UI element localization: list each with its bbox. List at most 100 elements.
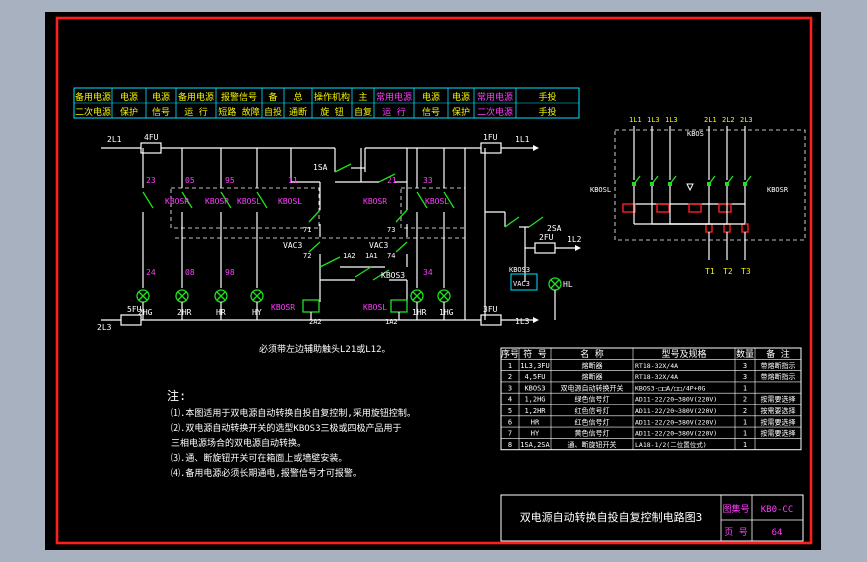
lamp-label: 2HR	[177, 308, 192, 317]
control-circuit: 2L1 4FU 1L11FU2L35FU1L33FU23 05 95 11 21 3324 08…	[97, 133, 582, 355]
node-label: 11	[288, 176, 298, 185]
table-cell: KBOS3	[524, 384, 545, 392]
phase-label: 2L2	[722, 116, 735, 124]
parts-table: 序号符 号 名 称 型号及规格 数量备 注 1 1L3,3FU 熔断器 RT18-32X/4A…	[500, 347, 802, 451]
kbosr-label: KBOSR	[767, 186, 789, 194]
page-label: 页 号	[724, 527, 747, 538]
coil-label: KBOSL	[363, 303, 387, 312]
contact-label: KBOSR	[205, 197, 229, 206]
lamp-label: HY	[252, 308, 262, 317]
coil-label: KBOSR	[271, 303, 295, 312]
header-label-table: 备用电源二次电源电源保护电源信号备用电源运 行报警信号短路 故障备自投总通断操作…	[73, 87, 580, 119]
fuse-2fu	[534, 242, 556, 254]
table-cell: LA18-1/2(二位置位式)	[635, 440, 707, 449]
schematic-drawing: 备用电源二次电源电源保护电源信号备用电源运 行报警信号短路 故障备自投总通断操作…	[55, 16, 813, 545]
node-label: 33	[423, 176, 433, 185]
kbos3-label: KBOS3	[381, 271, 405, 280]
fuse-label: 4FU	[144, 133, 159, 142]
lamp-label: HL	[563, 280, 573, 289]
supply-label: 2L3	[97, 323, 112, 332]
vac-label: VAC3	[283, 241, 302, 250]
notes-heading: 注:	[167, 388, 186, 403]
header-cell-top: 电源	[152, 91, 170, 103]
header-cell-bottom: 通断	[289, 106, 307, 118]
supply-label: 1L2	[567, 235, 582, 244]
output-label: T2	[723, 267, 733, 276]
header-cell-top: 常用电源	[477, 91, 513, 103]
fuse-3fu	[480, 314, 502, 326]
header-cell-top: 常用电源	[376, 91, 412, 103]
table-cell: 1SA,2SA	[520, 441, 550, 449]
table-cell: 1,2HR	[524, 407, 546, 415]
node-label: 05	[185, 176, 195, 185]
node-label: 71	[303, 226, 311, 234]
fuse-label: 2FU	[539, 233, 554, 242]
table-cell: 3	[743, 362, 747, 370]
table-cell: RT18-32X/4A	[635, 373, 678, 381]
switch-label: 2SA	[547, 224, 562, 233]
table-cell: 红色信号灯	[575, 406, 610, 415]
table-cell: 1	[743, 384, 747, 392]
node-label: 72	[303, 252, 311, 260]
header-cell-bottom: 短路 故障	[218, 106, 259, 118]
table-cell: 3	[743, 373, 747, 381]
output-label: T3	[741, 267, 751, 276]
kbos3-label: KBOS3	[509, 266, 530, 274]
table-header: 名 称	[580, 348, 603, 360]
table-cell: 红色信号灯	[575, 417, 610, 426]
table-cell: 4,5FU	[524, 373, 545, 381]
header-cell-top: 备用电源	[75, 91, 111, 103]
contact-label: KBOSR	[165, 197, 189, 206]
table-cell: 按需要选择	[761, 395, 796, 404]
note-item: ⑶.通、断旋钮开关可在箱面上或墙壁安装。	[171, 452, 347, 464]
switch-label: 1SA	[313, 163, 328, 172]
table-cell: 带熔断指示	[761, 372, 796, 381]
notes-block: 注: ⑴.本图适用于双电源自动转换自投自复控制,采用旋钮控制。 ⑵.双电源自动转换开…	[167, 388, 416, 479]
fuse-4fu	[140, 142, 162, 154]
table-cell: 黄色信号灯	[575, 429, 610, 438]
fuse-label: 1FU	[483, 133, 498, 142]
lamp-label: HR	[216, 308, 226, 317]
header-cell-top: 备	[268, 91, 277, 103]
contact-label: KBOSR	[363, 197, 387, 206]
header-cell-top: 电源	[120, 91, 138, 103]
node-label: 21	[387, 176, 397, 185]
header-cell-bottom: 运 行	[184, 106, 207, 118]
table-cell: 按需要选择	[761, 417, 796, 426]
note-item: ⑴.本图适用于双电源自动转换自投自复控制,采用旋钮控制。	[171, 407, 416, 419]
header-cell-bottom: 信号	[422, 106, 440, 118]
atlas-label: 图集号	[722, 503, 749, 515]
node-label: 95	[225, 176, 235, 185]
node-label: 2A2	[309, 318, 322, 326]
table-cell: KBOS3-□□A/□□/4P+0G	[635, 384, 706, 392]
contact-label: KBOSL	[237, 197, 261, 206]
table-header: 备 注	[766, 348, 789, 360]
vac-label: VAC3	[513, 280, 530, 288]
table-cell: HR	[531, 418, 540, 426]
drawing-title: 双电源自动转换自投自复控制电路图3	[520, 510, 703, 524]
table-cell: AD11-22/20~380V(220V)	[635, 418, 717, 426]
phase-label: 1L3	[665, 116, 678, 124]
table-cell: 2	[743, 407, 747, 415]
header-cell-bottom: 旋 钮	[320, 106, 343, 118]
supply-label: 2L1	[107, 135, 122, 144]
note-item: 三相电源场合的双电源自动转换。	[171, 437, 306, 449]
lamp-label: 1HR	[412, 308, 427, 317]
table-cell: 2	[743, 396, 747, 404]
header-cell-top: 总	[293, 91, 302, 103]
table-cell: 1	[743, 430, 747, 438]
header-cell-top: 电源	[422, 91, 440, 103]
table-cell: 7	[508, 430, 512, 438]
table-header: 型号及规格	[661, 348, 706, 360]
table-cell: 按需要选择	[761, 406, 796, 415]
table-cell: 8	[508, 441, 512, 449]
phase-label: 2L1	[704, 116, 717, 124]
table-cell: 4	[508, 396, 512, 404]
table-cell: 1L3,3FU	[520, 362, 550, 370]
table-cell: 1	[743, 418, 747, 426]
table-cell: 双电源自动转换开关	[561, 383, 624, 392]
header-cell-bottom: 运 行	[382, 106, 405, 118]
header-cell-bottom: 保护	[120, 106, 138, 118]
fuse-label: 3FU	[483, 305, 498, 314]
table-cell: 1	[743, 441, 747, 449]
